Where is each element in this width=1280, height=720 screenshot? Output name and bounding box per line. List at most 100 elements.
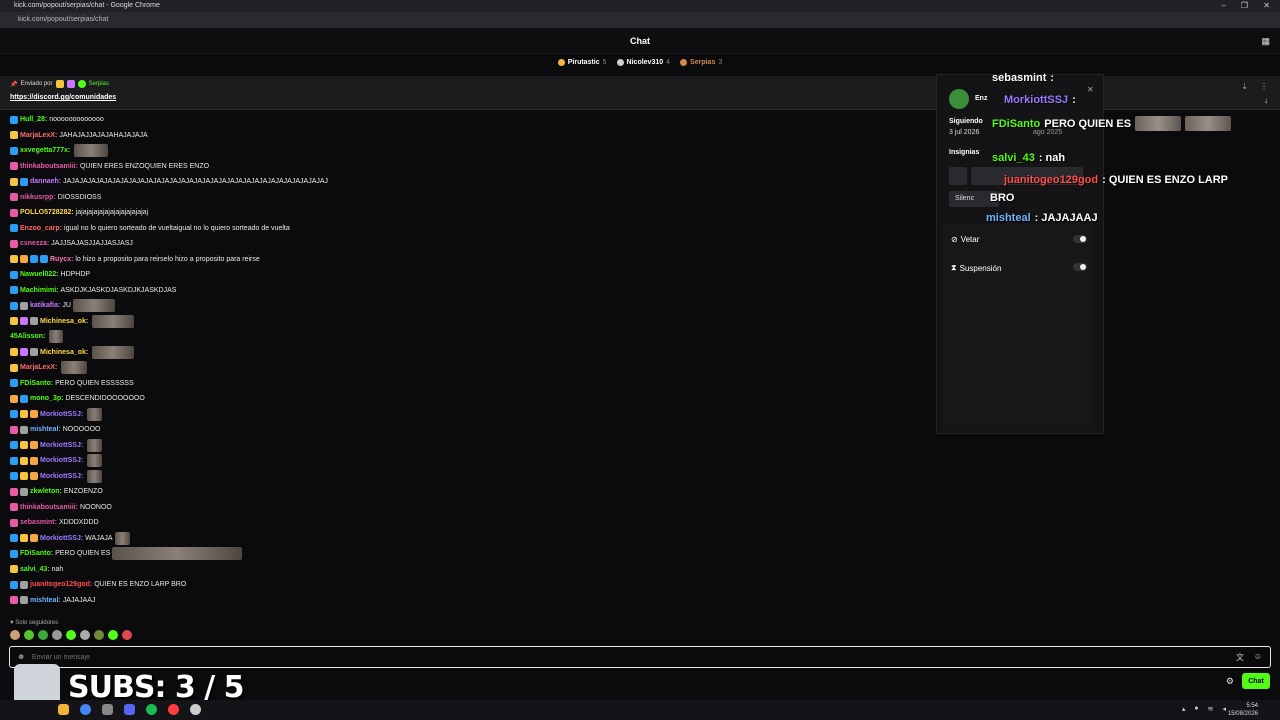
chat-username[interactable]: xxvegetta777x: <box>20 147 70 154</box>
address-bar[interactable]: kick.com/popout/serpias/chat <box>0 12 1280 28</box>
emote-icon[interactable] <box>108 630 118 640</box>
suspension-toggle[interactable] <box>1073 263 1087 271</box>
chat-message: 45Alisson: <box>10 329 910 345</box>
chat-username[interactable]: thinkaboutsamiii: <box>20 504 78 511</box>
more-options-icon[interactable]: ⋮ <box>1260 82 1268 91</box>
emote-image <box>87 454 103 468</box>
badge-icon <box>10 487 18 496</box>
message-input[interactable] <box>32 651 1182 663</box>
emote-icon[interactable] <box>94 630 104 640</box>
chat-username[interactable]: katikafia: <box>30 302 60 309</box>
chat-username[interactable]: Michinesa_ok: <box>40 318 88 325</box>
veto-toggle[interactable] <box>1073 235 1087 243</box>
floating-chat-message: sebasmint : <box>992 72 1054 84</box>
taskbar-clock[interactable]: 5:54 15/08/2026 <box>1228 702 1258 718</box>
chat-username[interactable]: salvi_43: <box>20 566 50 573</box>
discord-icon[interactable] <box>124 704 135 715</box>
emote-icon[interactable] <box>66 630 76 640</box>
floating-text: : JAJAJAAJ <box>1034 212 1098 224</box>
badge-icon <box>10 286 18 295</box>
chat-message: MorkiottSSJ: <box>10 469 910 485</box>
spotify-icon[interactable] <box>146 704 157 715</box>
smiley-icon[interactable]: ☺ <box>1254 652 1262 661</box>
close-window-icon[interactable]: ✕ <box>1263 1 1270 10</box>
chat-username[interactable]: thinkaboutsamiii: <box>20 163 78 170</box>
emote-icon[interactable] <box>122 630 132 640</box>
gifter-count: 4 <box>666 58 671 66</box>
close-card-icon[interactable]: ✕ <box>1087 85 1094 94</box>
chat-username[interactable]: FDiSanto: <box>20 380 53 387</box>
grid-menu-icon[interactable]: ▦ <box>1261 36 1270 47</box>
collapse-icon[interactable]: ↓ <box>1264 96 1268 105</box>
settings-gear-icon[interactable]: ⚙ <box>1226 676 1234 687</box>
chat-username[interactable]: POLLO5728282: <box>20 209 74 216</box>
emote-icon[interactable] <box>24 630 34 640</box>
chat-username[interactable]: mishteal: <box>30 426 61 433</box>
url-text[interactable]: kick.com/popout/serpias/chat <box>18 16 108 23</box>
hourglass-icon: ⧗ <box>951 263 957 272</box>
chat-username[interactable]: MorkiottSSJ: <box>40 535 83 542</box>
chat-username[interactable]: Michinesa_ok: <box>40 349 88 356</box>
folder-icon[interactable] <box>58 704 69 715</box>
chat-username[interactable]: Ruycx: <box>50 256 73 263</box>
gifter-count: 5 <box>602 58 607 66</box>
chat-message: Ruycx: lo hizo a proposito para reirselo… <box>10 252 910 268</box>
sender-name[interactable]: Serpias <box>89 81 109 87</box>
chat-message: MorkiottSSJ: <box>10 407 910 423</box>
page-title: Chat <box>630 36 650 46</box>
gifter-item[interactable]: Nicolev310 4 <box>616 58 671 66</box>
chat-username[interactable]: sebasmint: <box>20 519 57 526</box>
gifter-item[interactable]: Pirutastic 5 <box>557 58 607 66</box>
send-chat-button[interactable]: Chat <box>1242 673 1270 689</box>
mic-icon[interactable]: ● <box>1194 705 1198 713</box>
chat-username[interactable]: Machimimi: <box>20 287 59 294</box>
chat-username[interactable]: mono_3p: <box>30 395 63 402</box>
emote-icon[interactable] <box>52 630 62 640</box>
chat-username[interactable]: Nawuel022: <box>20 271 59 278</box>
chat-username[interactable]: mishteal: <box>30 597 61 604</box>
obs-icon[interactable] <box>168 704 179 715</box>
chat-username[interactable]: nikkusrpp: <box>20 194 56 201</box>
chat-username[interactable]: MorkiottSSJ: <box>40 442 83 449</box>
chat-username[interactable]: Hull_28: <box>20 116 47 123</box>
chat-username[interactable]: MorkiottSSJ: <box>40 473 83 480</box>
suspension-row[interactable]: ⧗ Suspensión <box>951 263 1001 273</box>
chat-username[interactable]: MorkiottSSJ: <box>40 411 83 418</box>
message-input-box[interactable]: ☻ 文 ☺ <box>9 646 1271 668</box>
emote-icon[interactable] <box>10 630 20 640</box>
badge-icon <box>20 580 28 589</box>
chat-username[interactable]: dannaeh: <box>30 178 61 185</box>
unpin-icon[interactable]: ⇣ <box>1241 82 1248 91</box>
mouse-icon[interactable] <box>190 704 201 715</box>
chat-username[interactable]: MarjaLexX: <box>20 132 57 139</box>
card-action-button[interactable] <box>949 167 967 185</box>
badge-icon <box>10 208 18 217</box>
chrome-icon[interactable] <box>80 704 91 715</box>
restore-icon[interactable]: ❐ <box>1241 1 1248 10</box>
badge-icon <box>20 441 28 450</box>
chat-username[interactable]: 45Alisson: <box>10 333 45 340</box>
minimize-icon[interactable]: – <box>1222 1 1226 10</box>
emote-image <box>74 144 109 158</box>
badge-icon <box>20 472 28 481</box>
translate-icon[interactable]: 文 <box>1236 652 1244 663</box>
chevron-up-icon[interactable]: ▴ <box>1182 705 1186 713</box>
veto-row[interactable]: ⊘ Vetar <box>951 235 979 244</box>
floating-text: : <box>1050 72 1055 84</box>
chat-username[interactable]: Enzoo_carp: <box>20 225 62 232</box>
emote-icon[interactable] <box>38 630 48 640</box>
chat-username[interactable]: FDiSanto: <box>20 550 53 557</box>
chat-username[interactable]: MarjaLexX: <box>20 364 57 371</box>
chat-username[interactable]: csnezza: <box>20 240 49 247</box>
chat-message: dannaeh: JAJAJAJAJAJAJAJAJAJAJAJAJAJAJAJ… <box>10 174 910 190</box>
chat-username[interactable]: juanitogeo129god: <box>30 581 92 588</box>
chat-text: igual no lo quiero sorteado de vueltaigu… <box>64 224 290 232</box>
chat-username[interactable]: zkwleton: <box>30 488 62 495</box>
volume-icon[interactable]: ◂ <box>1222 705 1226 713</box>
chat-username[interactable]: MorkiottSSJ: <box>40 457 83 464</box>
app-icon[interactable] <box>102 704 113 715</box>
wifi-icon[interactable]: ≋ <box>1208 705 1214 713</box>
emote-picker-icon[interactable]: ☻ <box>17 652 25 661</box>
emote-icon[interactable] <box>80 630 90 640</box>
gifter-item[interactable]: Serpias 3 <box>680 58 722 66</box>
